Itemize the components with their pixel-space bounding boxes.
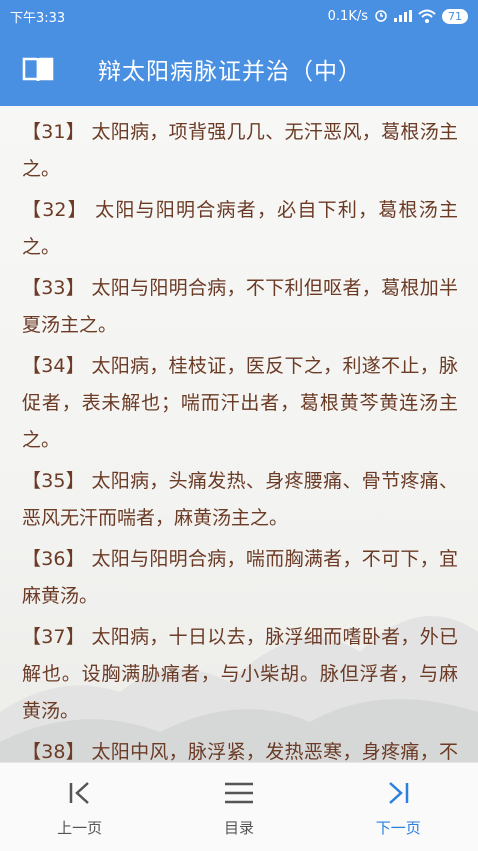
clause-32: 【32】 太阳与阳明合病者，必自下利，葛根汤主之。 bbox=[22, 199, 458, 258]
status-bar: 下午3:33 0.1K/s 71 bbox=[0, 0, 478, 32]
next-page-button[interactable]: 下一页 bbox=[338, 777, 458, 838]
clause-33: 【33】 太阳与阳明合病，不下利但呕者，葛根加半夏汤主之。 bbox=[22, 277, 458, 336]
page-title: 辩太阳病脉证并治（中） bbox=[98, 59, 362, 85]
prev-page-label: 上一页 bbox=[57, 818, 103, 837]
last-page-icon bbox=[389, 781, 409, 804]
clause-38: 【38】 太阳中风，脉浮紧，发热恶寒，身疼痛，不汗出而烦躁者，大青龙汤主之。若脉… bbox=[22, 741, 458, 762]
clause-35: 【35】 太阳病，头痛发热、身疼腰痛、骨节疼痛、恶风无汗而喘者，麻黄汤主之。 bbox=[22, 470, 458, 529]
signal-icon bbox=[394, 10, 412, 22]
clause-31: 【31】 太阳病，项背强几几、无汗恶风，葛根汤主之。 bbox=[22, 121, 458, 180]
reading-area[interactable]: 【31】 太阳病，项背强几几、无汗恶风，葛根汤主之。 【32】 太阳与阳明合病者… bbox=[0, 106, 478, 762]
clause-34: 【34】 太阳病，桂枝证，医反下之，利遂不止，脉促者，表未解也；喘而汗出者，葛根… bbox=[22, 355, 458, 451]
prev-page-button[interactable]: 上一页 bbox=[20, 777, 140, 838]
app-bar: 辩太阳病脉证并治（中） bbox=[0, 32, 478, 106]
network-speed: 0.1K/s bbox=[327, 8, 368, 24]
wifi-icon bbox=[418, 9, 436, 23]
battery-icon: 71 bbox=[442, 8, 468, 24]
alarm-icon bbox=[375, 10, 387, 22]
clause-37: 【37】 太阳病，十日以去，脉浮细而嗜卧者，外已解也。设胸满胁痛者，与小柴胡。脉… bbox=[22, 626, 458, 722]
bottom-navigation: 上一页 目录 下一页 bbox=[0, 762, 478, 851]
status-time: 下午3:33 bbox=[10, 10, 66, 26]
clause-36: 【36】 太阳与阳明合病，喘而胸满者，不可下，宜麻黄汤。 bbox=[22, 548, 458, 607]
chapter-text: 【31】 太阳病，项背强几几、无汗恶风，葛根汤主之。 【32】 太阳与阳明合病者… bbox=[0, 106, 478, 762]
first-page-icon bbox=[69, 781, 89, 804]
status-indicators: 0.1K/s 71 bbox=[327, 8, 468, 24]
next-page-label: 下一页 bbox=[375, 818, 421, 837]
menu-icon bbox=[224, 782, 253, 803]
menu-label: 目录 bbox=[223, 818, 254, 837]
table-of-contents-button[interactable]: 目录 bbox=[179, 777, 299, 838]
book-icon[interactable] bbox=[22, 55, 54, 83]
